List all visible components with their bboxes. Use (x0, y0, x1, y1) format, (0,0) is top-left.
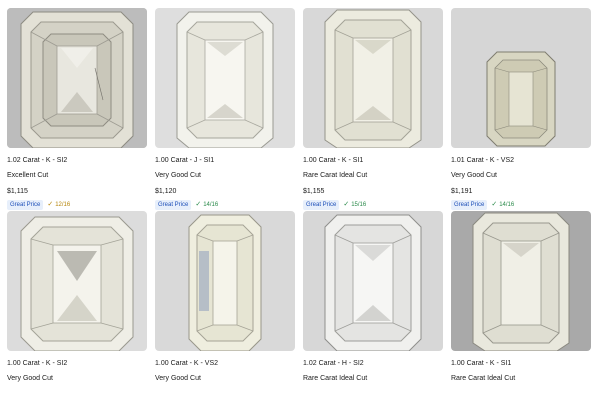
diamond-title: 1.02 Carat - K - SI2 (7, 157, 68, 164)
diamond-price: $1,115 (7, 188, 28, 195)
great-price-badge: Great Price (451, 200, 488, 210)
diamond-cut: Very Good Cut (155, 172, 201, 179)
diamond-price: $1,155 (303, 188, 325, 195)
diamond-title: 1.00 Carat - K - SI1 (451, 360, 512, 367)
badge-row: Great Price ✓ 14/16 (451, 200, 591, 210)
diamond-card[interactable]: 1.02 Carat - K - SI2 Excellent Cut $1,11… (7, 8, 147, 211)
diamond-card[interactable]: 1.00 Carat - K - SI1 Rare Carat Ideal Cu… (451, 211, 591, 401)
diamond-image[interactable] (303, 8, 443, 148)
diamond-title: 1.01 Carat - K - VS2 (451, 157, 515, 164)
checkmark-icon: ✓ (491, 201, 498, 208)
diamond-cut: Rare Carat Ideal Cut (303, 375, 368, 382)
great-price-badge: Great Price (7, 200, 44, 210)
great-price-badge: Great Price (303, 200, 340, 210)
score-badge: ✓ 12/16 (45, 200, 72, 210)
diamond-image[interactable] (303, 211, 443, 351)
diamond-card[interactable]: 1.02 Carat - H - SI2 Rare Carat Ideal Cu… (303, 211, 443, 401)
diamond-card[interactable]: 1.00 Carat - K - VS2 Very Good Cut (155, 211, 295, 401)
diamond-card[interactable]: 1.00 Carat - J - SI1 Very Good Cut $1,12… (155, 8, 295, 211)
diamond-cut: Excellent Cut (7, 172, 49, 179)
badge-row: Great Price ✓ 12/16 (7, 200, 147, 210)
score-value: 15/16 (351, 202, 367, 208)
diamond-card[interactable]: 1.00 Carat - K - SI1 Rare Carat Ideal Cu… (303, 8, 443, 211)
diamond-title: 1.02 Carat - H - SI2 (303, 360, 364, 367)
diamond-cut: Rare Carat Ideal Cut (451, 375, 516, 382)
diamond-cut: Rare Carat Ideal Cut (303, 172, 368, 179)
score-value: 14/16 (203, 202, 219, 208)
great-price-badge: Great Price (155, 200, 192, 210)
score-badge: ✓ 14/16 (489, 200, 516, 210)
checkmark-icon: ✓ (47, 201, 54, 208)
score-badge: ✓ 14/16 (193, 200, 220, 210)
diamond-image[interactable] (155, 8, 295, 148)
diamond-image[interactable] (155, 211, 295, 351)
diamond-image[interactable] (7, 211, 147, 351)
score-value: 12/16 (55, 202, 71, 208)
diamond-price: $1,120 (155, 188, 177, 195)
diamond-card[interactable]: 1.01 Carat - K - VS2 Very Good Cut $1,19… (451, 8, 591, 211)
badge-row: Great Price ✓ 15/16 (303, 200, 443, 210)
diamond-image[interactable] (451, 8, 591, 148)
checkmark-icon: ✓ (343, 201, 350, 208)
diamond-image[interactable] (451, 211, 591, 351)
checkmark-icon: ✓ (195, 201, 202, 208)
diamond-cut: Very Good Cut (451, 172, 497, 179)
diamond-image[interactable] (7, 8, 147, 148)
diamond-title: 1.00 Carat - K - SI1 (303, 157, 364, 164)
score-badge: ✓ 15/16 (341, 200, 368, 210)
diamond-title: 1.00 Carat - J - SI1 (155, 157, 215, 164)
diamond-cut: Very Good Cut (7, 375, 53, 382)
diamond-results-grid: 1.02 Carat - K - SI2 Excellent Cut $1,11… (7, 8, 591, 401)
badge-row: Great Price ✓ 14/16 (155, 200, 295, 210)
diamond-cut: Very Good Cut (155, 375, 201, 382)
diamond-title: 1.00 Carat - K - SI2 (7, 360, 68, 367)
diamond-title: 1.00 Carat - K - VS2 (155, 360, 219, 367)
score-value: 14/16 (499, 202, 515, 208)
diamond-price: $1,191 (451, 188, 473, 195)
diamond-card[interactable]: 1.00 Carat - K - SI2 Very Good Cut (7, 211, 147, 401)
